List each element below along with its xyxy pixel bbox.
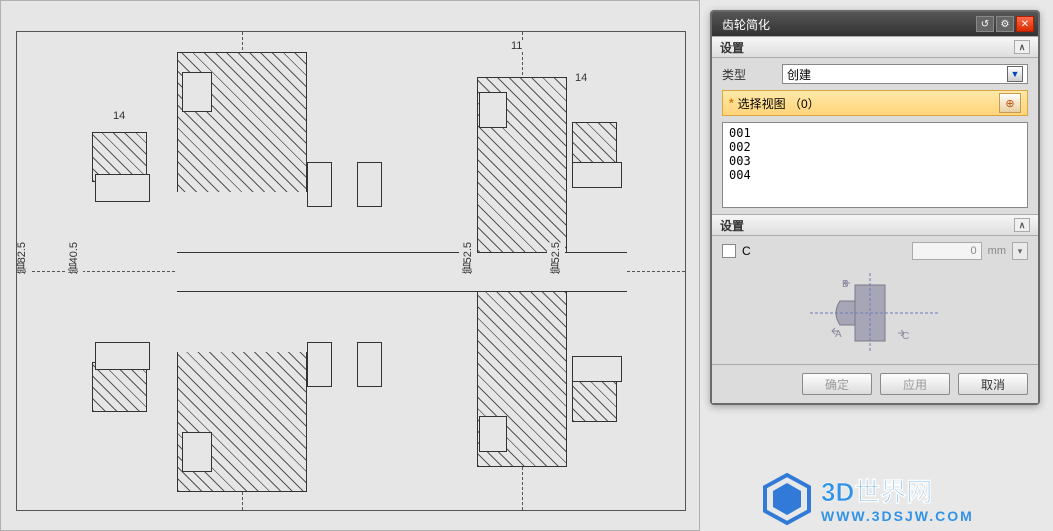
reset-button[interactable]: ↺ [976,16,994,32]
settings-icon[interactable]: ⚙ [996,16,1014,32]
sub-settings-label: 设置 [720,217,744,234]
type-label: 类型 [722,66,782,83]
dim-v3: 管52.5 [459,242,477,274]
list-item[interactable]: 004 [729,168,1021,182]
gear-simplify-dialog: 齿轮简化 ↺ ⚙ ✕ 设置 ∧ 类型 创建 ▼ * 选择视图 （0） ⊕ 001… [710,10,1040,405]
dialog-button-bar: 确定 应用 取消 [712,364,1038,403]
type-select[interactable]: 创建 ▼ [782,64,1028,84]
dim-top-d: 14 [112,110,126,122]
apply-button[interactable]: 应用 [880,373,950,395]
list-item[interactable]: 002 [729,140,1021,154]
watermark-logo: 3D世界网 WWW.3DSJW.COM [759,469,1049,529]
list-item[interactable]: 001 [729,126,1021,140]
select-view-label: 选择视图 （0） [738,95,820,112]
dialog-titlebar[interactable]: 齿轮简化 ↺ ⚙ ✕ [712,12,1038,36]
c-checkbox[interactable] [722,244,736,258]
section-settings-label: 设置 [720,39,744,56]
dim-v4: 管52.5 [547,242,565,274]
cancel-button[interactable]: 取消 [958,373,1028,395]
dim-v1: 管82.5 [16,242,31,274]
view-list[interactable]: 001 002 003 004 [722,122,1028,208]
dropdown-arrow-icon[interactable]: ▼ [1007,66,1023,82]
collapse-icon[interactable]: ∧ [1014,218,1030,232]
section-settings-header[interactable]: 设置 ∧ [712,36,1038,58]
drawing-area[interactable]: 11 11 14 14 管82.5 管40.5 管52.5 管52.5 [16,31,686,511]
schematic-preview: A B C [722,268,1028,358]
required-star-icon: * [729,96,734,110]
dim-v2: 管40.5 [65,242,83,274]
watermark-brand: 3D世界网 [821,477,932,507]
collapse-icon[interactable]: ∧ [1014,40,1030,54]
drawing-canvas[interactable]: 11 11 14 14 管82.5 管40.5 管52.5 管52.5 [0,0,700,531]
sub-settings-header[interactable]: 设置 ∧ [712,214,1038,236]
value-stepper[interactable]: ▾ [1012,242,1028,260]
type-value: 创建 [787,66,811,83]
watermark-url: WWW.3DSJW.COM [821,508,974,524]
unit-label: mm [988,245,1006,257]
ok-button[interactable]: 确定 [802,373,872,395]
dim-top-b: 11 [510,40,523,52]
c-label: C [742,244,751,258]
pick-view-button[interactable]: ⊕ [999,93,1021,113]
dim-top-c: 14 [574,72,588,84]
list-item[interactable]: 003 [729,154,1021,168]
select-view-row[interactable]: * 选择视图 （0） ⊕ [722,90,1028,116]
c-value-input[interactable] [912,242,982,260]
close-button[interactable]: ✕ [1016,16,1034,32]
dialog-title: 齿轮简化 [722,16,770,33]
